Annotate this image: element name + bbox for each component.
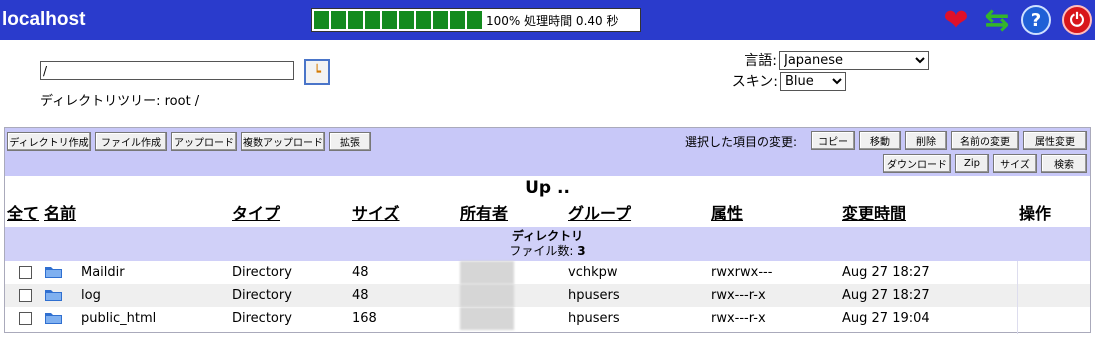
- file-type: Directory: [232, 265, 292, 280]
- size-button[interactable]: サイズ: [993, 154, 1037, 173]
- file-mtime: Aug 27 18:27: [842, 265, 930, 280]
- column-group[interactable]: グループ: [568, 200, 631, 227]
- search-button[interactable]: 検索: [1041, 154, 1087, 173]
- file-count: ファイル数: 3: [5, 244, 1090, 259]
- directory-section-header: ディレクトリ ファイル数: 3: [5, 227, 1090, 261]
- file-count-label: ファイル数:: [509, 244, 574, 258]
- selected-items-label: 選択した項目の変更:: [685, 135, 798, 149]
- change-attributes-button[interactable]: 属性変更: [1023, 131, 1087, 150]
- file-size: 168: [352, 311, 377, 326]
- skin-label: スキン:: [731, 74, 778, 90]
- owner-redacted: [460, 307, 514, 330]
- table-row[interactable]: Maildir Directory 48 vchkpw rwxrwx--- Au…: [5, 261, 1090, 284]
- file-name-link[interactable]: public_html: [81, 307, 156, 330]
- owner-redacted: [460, 261, 514, 284]
- file-group: vchkpw: [568, 265, 618, 280]
- column-divider: [1017, 261, 1018, 334]
- power-icon[interactable]: ⏻: [1062, 5, 1092, 35]
- table-row[interactable]: public_html Directory 168 hpusers rwx---…: [5, 307, 1090, 330]
- rename-button[interactable]: 名前の変更: [951, 131, 1019, 150]
- toolbar: ディレクトリ作成 ファイル作成 アップロード 複数アップロード 拡張 選択した項…: [5, 128, 1090, 176]
- file-name-link[interactable]: Maildir: [81, 261, 125, 284]
- multi-upload-button[interactable]: 複数アップロード: [241, 132, 325, 151]
- delete-button[interactable]: 削除: [905, 131, 947, 150]
- refresh-icon[interactable]: ⇆: [982, 3, 1012, 38]
- folder-icon: [45, 313, 62, 324]
- language-select[interactable]: Japanese: [779, 50, 929, 70]
- path-input[interactable]: [40, 61, 294, 80]
- column-actions: 操作: [1019, 204, 1052, 223]
- up-directory-link[interactable]: Up ..: [5, 177, 1090, 200]
- language-label: 言語:: [744, 53, 777, 69]
- table-row[interactable]: log Directory 48 hpusers rwx---r-x Aug 2…: [5, 284, 1090, 307]
- skin-setting: スキン: Blue: [732, 71, 846, 91]
- file-size: 48: [352, 265, 369, 280]
- move-button[interactable]: 移動: [859, 131, 901, 150]
- file-type: Directory: [232, 311, 292, 326]
- progress-text: 100% 処理時間 0.40 秒: [486, 13, 619, 28]
- top-bar: localhost 100% 処理時間 0.40 秒 ❤ ⇆ ? ⏻: [0, 0, 1095, 40]
- table-header: 全て 名前 タイプ サイズ 所有者 グループ 属性 変更時間 操作: [5, 200, 1090, 227]
- copy-button[interactable]: コピー: [811, 131, 855, 150]
- file-group: hpusers: [568, 311, 620, 326]
- file-mtime: Aug 27 18:27: [842, 288, 930, 303]
- column-size[interactable]: サイズ: [352, 200, 400, 227]
- folder-icon: [45, 290, 62, 301]
- column-owner[interactable]: 所有者: [460, 200, 508, 227]
- skin-select[interactable]: Blue: [780, 71, 846, 91]
- download-button[interactable]: ダウンロード: [883, 154, 951, 173]
- tree-view-icon[interactable]: ┕: [304, 59, 330, 85]
- language-setting: 言語: Japanese: [744, 50, 929, 70]
- file-permissions[interactable]: rwx---r-x: [711, 284, 766, 307]
- file-mtime: Aug 27 19:04: [842, 311, 930, 326]
- file-size: 48: [352, 288, 369, 303]
- help-icon[interactable]: ?: [1021, 5, 1051, 35]
- upload-button[interactable]: アップロード: [171, 132, 237, 151]
- heart-icon[interactable]: ❤: [941, 3, 971, 38]
- file-permissions[interactable]: rwxrwx---: [711, 261, 772, 284]
- zip-button[interactable]: Zip: [955, 154, 989, 173]
- directory-tree-label: ディレクトリツリー: root /: [40, 94, 200, 109]
- row-checkbox[interactable]: [19, 312, 32, 325]
- file-permissions[interactable]: rwx---r-x: [711, 307, 766, 330]
- owner-redacted: [460, 284, 514, 307]
- row-checkbox[interactable]: [19, 266, 32, 279]
- new-file-button[interactable]: ファイル作成: [95, 132, 167, 151]
- extend-button[interactable]: 拡張: [329, 132, 371, 151]
- column-type[interactable]: タイプ: [232, 200, 280, 227]
- column-select-all[interactable]: 全て: [7, 200, 39, 227]
- column-modified-time[interactable]: 変更時間: [842, 200, 906, 227]
- file-group: hpusers: [568, 288, 620, 303]
- new-directory-button[interactable]: ディレクトリ作成: [7, 132, 91, 151]
- file-manager-panel: ディレクトリ作成 ファイル作成 アップロード 複数アップロード 拡張 選択した項…: [4, 127, 1091, 334]
- progress-bar: 100% 処理時間 0.40 秒: [311, 8, 641, 32]
- app-title: localhost: [2, 9, 86, 30]
- file-type: Directory: [232, 288, 292, 303]
- section-title: ディレクトリ: [511, 229, 584, 243]
- file-count-value: 3: [577, 244, 586, 258]
- folder-icon: [45, 267, 62, 278]
- column-permissions[interactable]: 属性: [711, 200, 743, 227]
- progress-fill: [312, 11, 484, 29]
- row-checkbox[interactable]: [19, 289, 32, 302]
- column-name[interactable]: 名前: [44, 200, 76, 227]
- file-name-link[interactable]: log: [81, 284, 101, 307]
